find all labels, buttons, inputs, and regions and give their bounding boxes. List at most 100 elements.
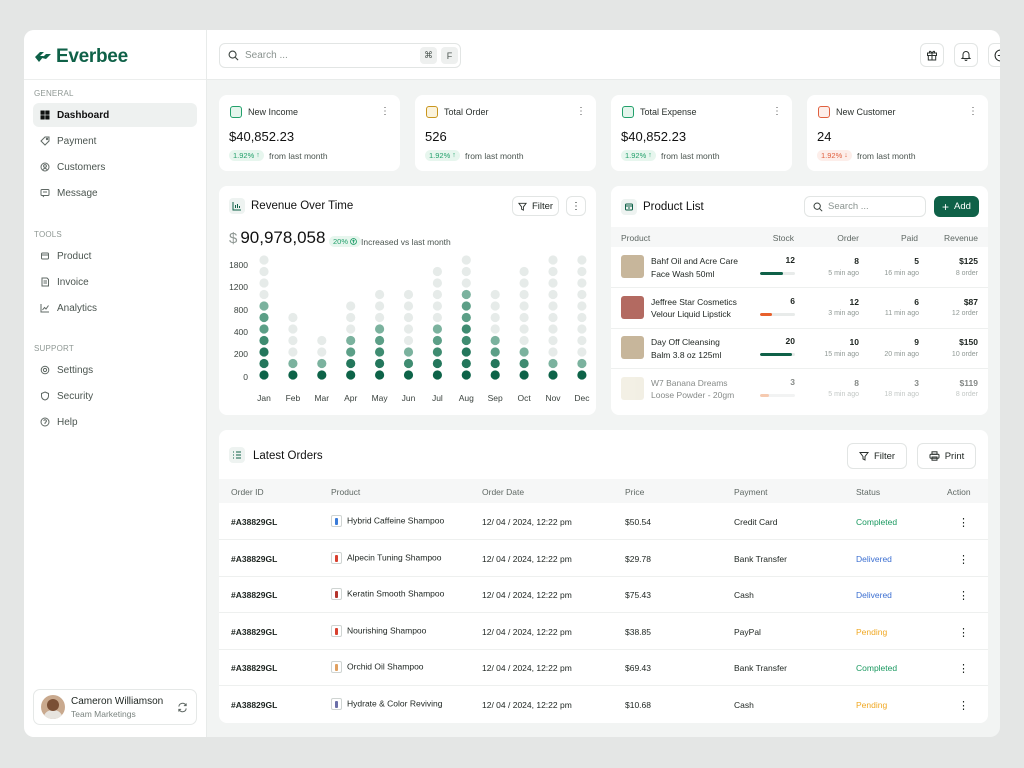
- product-bottle-icon: [331, 624, 342, 637]
- chart-dot-apr: [346, 301, 356, 311]
- chart-dot-dec: [577, 358, 587, 369]
- sidebar: Everbee GENERAL Dashboard Payment Customer…: [24, 30, 207, 737]
- product-row[interactable]: W7 Banana Dreams Loose Powder - 20gm 3 8 5 m…: [611, 369, 988, 409]
- chart-dot-jul: [432, 301, 442, 311]
- chart-dot-may: [375, 347, 385, 357]
- more-icon[interactable]: ⋮: [958, 589, 969, 602]
- product-revenue: $125 8 order: [956, 255, 978, 280]
- order-row[interactable]: #A38829GL Orchid Oil Shampoo 12/ 04 / 2024…: [219, 649, 988, 687]
- order-status: Completed: [856, 517, 898, 527]
- product-order-value: 10: [849, 337, 859, 347]
- chart-dot-jun: [403, 370, 414, 380]
- chart-dot-aug: [461, 347, 471, 357]
- chart-dot-nov: [548, 289, 558, 300]
- more-icon[interactable]: ⋮: [958, 662, 969, 675]
- sidebar-item-message[interactable]: Message: [33, 181, 197, 205]
- sidebar-item-help[interactable]: Help: [33, 410, 197, 434]
- chart-dot-jun: [403, 301, 414, 311]
- product-row[interactable]: Bahf Oil and Acre Care Face Wash 50ml 12 8 5…: [611, 247, 988, 288]
- more-icon[interactable]: ⋮: [968, 107, 978, 117]
- sidebar-item-settings[interactable]: Settings: [33, 358, 197, 382]
- stat-value: 526: [425, 129, 447, 144]
- add-product-button[interactable]: + Add: [934, 196, 979, 217]
- more-icon[interactable]: ⋮: [380, 107, 390, 117]
- switch-account-icon[interactable]: [177, 702, 188, 713]
- chart-dot-mar: [317, 370, 327, 380]
- chart-dot-jun: [403, 347, 414, 357]
- th-status: Status: [856, 487, 881, 497]
- order-product: Nourishing Shampoo: [331, 624, 426, 637]
- product-paid-sub: 20 min ago: [884, 350, 919, 358]
- orders-filter-button[interactable]: Filter: [847, 443, 907, 469]
- add-button[interactable]: [988, 43, 1000, 67]
- product-search-input[interactable]: Search ...: [804, 196, 926, 217]
- product-revenue: $119 8 order: [956, 377, 978, 402]
- gift-button[interactable]: [920, 43, 944, 67]
- order-product-name: Alpecin Tuning Shampoo: [347, 551, 442, 562]
- more-icon[interactable]: ⋮: [958, 699, 969, 712]
- order-row[interactable]: #A38829GL Hybrid Caffeine Shampoo 12/ 04 /…: [219, 503, 988, 540]
- order-price: $10.68: [625, 700, 651, 710]
- chart-dot-nov: [548, 324, 558, 334]
- order-id: #A38829GL: [231, 590, 278, 601]
- chart-dot-apr: [346, 370, 356, 380]
- sidebar-item-analytics[interactable]: Analytics: [33, 296, 197, 320]
- product-stock: 12: [785, 255, 795, 265]
- sidebar-item-payment[interactable]: Payment: [33, 129, 197, 153]
- sidebar-item-dashboard[interactable]: Dashboard: [33, 103, 197, 127]
- stat-note: from last month: [465, 151, 524, 161]
- product-row[interactable]: Jeffree Star Cosmetics Velour Liquid Lips…: [611, 288, 988, 329]
- sidebar-item-invoice[interactable]: Invoice: [33, 270, 197, 294]
- th-action: Action: [947, 487, 971, 497]
- stat-change-pct: 1.92%: [429, 151, 451, 160]
- stock-bar-fill: [760, 312, 773, 316]
- orders-print-label: Print: [944, 450, 965, 462]
- chart-dot-nov: [548, 347, 558, 357]
- chart-dot-sep: [490, 370, 500, 380]
- stock-bar-fill: [760, 353, 792, 356]
- chart-dot-aug: [461, 301, 471, 311]
- more-icon[interactable]: ⋮: [958, 516, 969, 529]
- order-price: $38.85: [625, 626, 651, 637]
- order-row[interactable]: #A38829GL Hydrate & Color Reviving 12/ 04 …: [219, 686, 988, 722]
- sidebar-item-label: Customers: [57, 161, 106, 173]
- chart-dot-sep: [490, 312, 500, 323]
- stat-value: $40,852.23: [229, 129, 295, 144]
- order-payment: Bank Transfer: [734, 553, 787, 564]
- product-revenue-value: $150: [959, 337, 978, 347]
- order-row[interactable]: #A38829GL Keratin Smooth Shampoo 12/ 04 / …: [219, 576, 988, 614]
- arrow-up-icon: ↑: [256, 152, 260, 159]
- stock-bar: [760, 312, 795, 316]
- order-row[interactable]: #A38829GL Alpecin Tuning Shampoo 12/ 04 / …: [219, 540, 988, 577]
- sidebar-item-security[interactable]: Security: [33, 384, 197, 408]
- search-input[interactable]: Search ... ⌘ F: [219, 43, 461, 68]
- chart-dot-jan: [259, 370, 269, 380]
- sidebar-item-customers[interactable]: Customers: [33, 155, 197, 179]
- brand-logo[interactable]: Everbee: [34, 46, 128, 68]
- product-name-line1: Bahf Oil and Acre Care: [651, 256, 738, 266]
- user-role: Team Marketings: [71, 708, 136, 719]
- product-row[interactable]: Day Off Cleansing Balm 3.8 oz 125ml 20 10 15…: [611, 328, 988, 369]
- product-bottle-icon: [331, 551, 342, 564]
- sidebar-item-product[interactable]: Product: [33, 244, 197, 268]
- more-icon[interactable]: ⋮: [958, 626, 969, 639]
- x-tick-label: Apr: [344, 393, 357, 403]
- more-icon[interactable]: ⋮: [958, 553, 969, 566]
- more-icon[interactable]: ⋮: [576, 107, 586, 117]
- tag-icon: [40, 136, 50, 146]
- order-row[interactable]: #A38829GL Nourishing Shampoo 12/ 04 / 2024…: [219, 613, 988, 650]
- notifications-button[interactable]: [954, 43, 978, 67]
- orders-print-button[interactable]: Print: [917, 443, 976, 469]
- stock-bar-fill: [760, 393, 769, 397]
- product-order-sub: 15 min ago: [824, 350, 859, 358]
- product-paid: 9 20 min ago: [884, 336, 919, 361]
- order-date: 12/ 04 / 2024, 12:22 pm: [482, 700, 572, 710]
- chart-dot-nov: [548, 370, 558, 380]
- invoice-icon: [41, 277, 49, 287]
- user-name: Cameron Williamson: [71, 695, 164, 707]
- orders-table-header: Order ID Product Order Date Price Paymen…: [219, 479, 988, 503]
- product-paid-value: 6: [914, 296, 919, 307]
- user-card[interactable]: Cameron Williamson Team Marketings: [33, 689, 197, 725]
- th-product: Product: [331, 487, 361, 497]
- more-icon[interactable]: ⋮: [772, 107, 782, 117]
